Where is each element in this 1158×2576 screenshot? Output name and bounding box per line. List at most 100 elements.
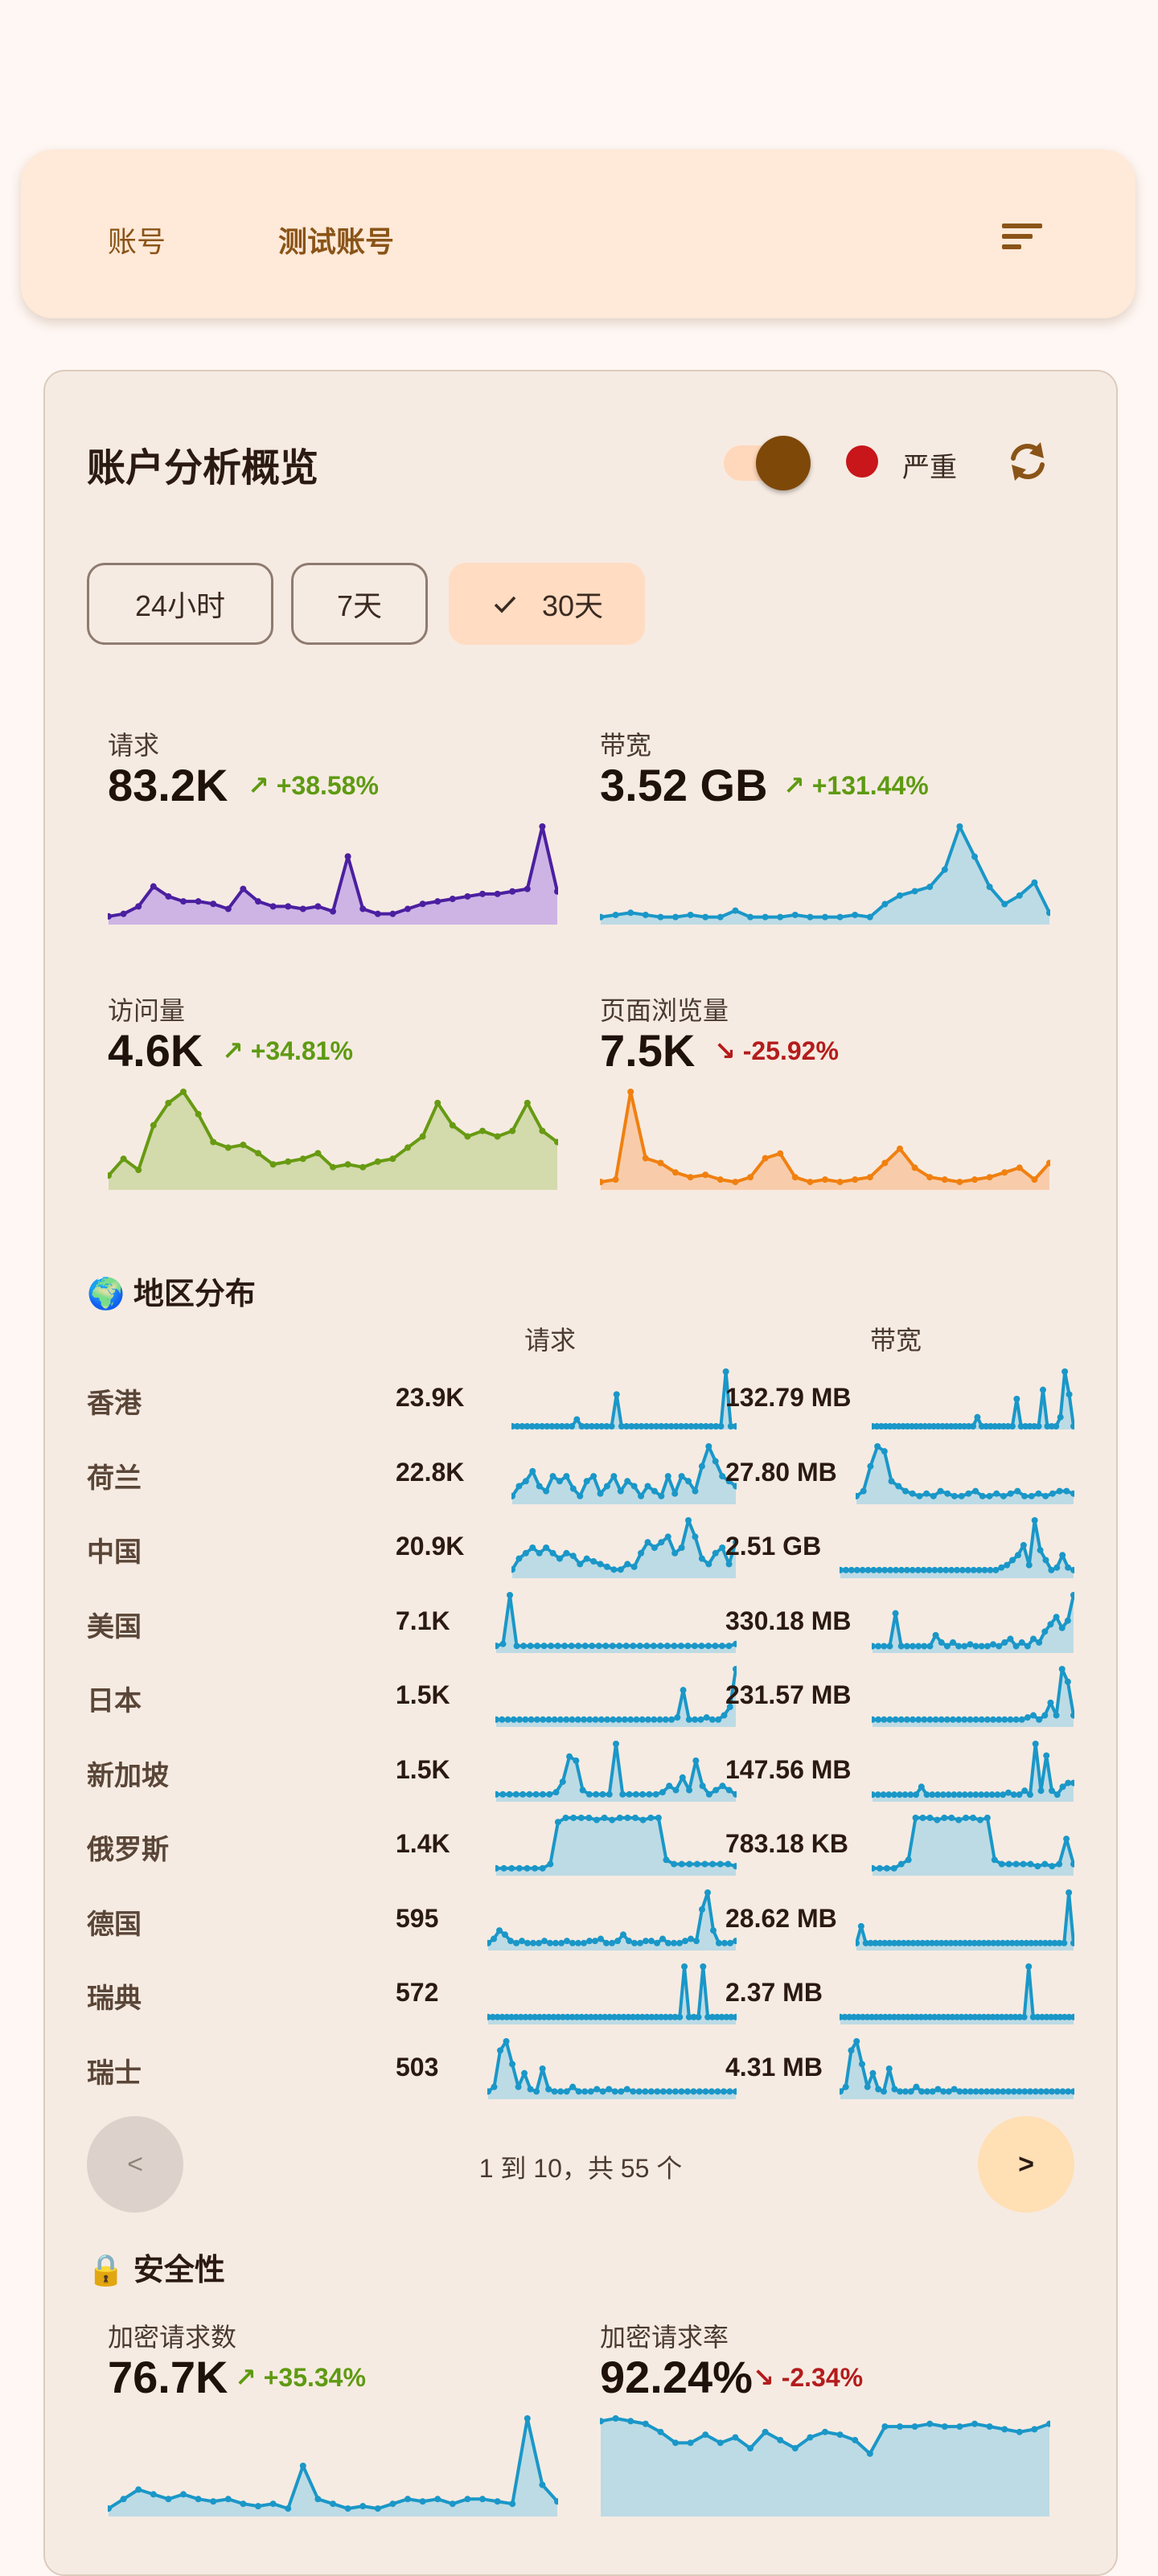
region-row[interactable]: 美国 7.1K 330.18 MB xyxy=(45,1584,1116,1658)
sparkline-point xyxy=(944,1490,951,1497)
sparkline-area xyxy=(512,1446,736,1504)
sparkline-point xyxy=(934,1816,941,1823)
sparkline-point xyxy=(1024,1714,1031,1721)
sparkline-point xyxy=(663,1856,670,1864)
sparkline-point xyxy=(700,1963,707,1970)
sparkline-point xyxy=(1030,1635,1037,1642)
region-row[interactable]: 瑞典 572 2.37 MB xyxy=(45,1955,1116,2029)
breadcrumb-current[interactable]: 测试账号 xyxy=(278,219,394,260)
sparkline-point xyxy=(852,911,859,918)
region-name: 荷兰 xyxy=(87,1462,142,1494)
sparkline-point xyxy=(546,1790,553,1798)
sparkline-point xyxy=(712,1786,720,1794)
sparkline-point xyxy=(986,884,993,891)
sparkline-point xyxy=(853,1566,860,1573)
sparkline-point xyxy=(539,1864,546,1872)
sparkline-point xyxy=(926,1566,933,1573)
check-icon xyxy=(494,596,516,613)
sparkline-point xyxy=(195,898,202,905)
region-requests: 1.5K xyxy=(396,1754,450,1784)
sparkline-point xyxy=(344,1161,351,1168)
sparkline-point xyxy=(893,1566,900,1573)
sparkline-point xyxy=(581,2087,589,2094)
sparkline-point xyxy=(528,1716,535,1723)
sparkline-point xyxy=(590,1558,597,1565)
sparkline-point xyxy=(658,1492,665,1499)
sparkline-point xyxy=(692,1757,700,1764)
sparkline-line xyxy=(840,2039,1074,2093)
sparkline-point xyxy=(958,1492,965,1499)
sparkline-point xyxy=(666,1782,673,1789)
sparkline-point xyxy=(954,1566,960,1573)
sparkline-point xyxy=(612,1176,619,1183)
sparkline-point xyxy=(651,1544,658,1551)
region-row[interactable]: 荷兰 22.8K 27.80 MB xyxy=(45,1435,1116,1509)
sparkline-point xyxy=(549,1549,556,1557)
breadcrumb-account[interactable]: 账号 xyxy=(108,219,166,260)
sparkline-point xyxy=(897,892,903,899)
stat-pageviews: 页面浏览量 7.5K ↘ -25.92% xyxy=(600,991,1066,1248)
sparkline-point xyxy=(561,1642,569,1649)
sparkline-point xyxy=(866,2450,873,2457)
sparkline-point xyxy=(903,1716,910,1723)
region-row[interactable]: 日本 1.5K 231.57 MB xyxy=(45,1658,1116,1732)
sparkline-point xyxy=(314,1150,322,1157)
security-title-text: 安全性 xyxy=(133,2254,225,2287)
region-bandwidth: 783.18 KB xyxy=(725,1829,848,1858)
range-24h-button[interactable]: 24小时 xyxy=(87,563,273,645)
region-row[interactable]: 俄罗斯 1.4K 783.18 KB xyxy=(45,1807,1116,1881)
sparkline-point xyxy=(852,2436,859,2443)
sparkline-point xyxy=(717,1423,725,1430)
sparkline-point xyxy=(389,2500,396,2508)
region-name: 中国 xyxy=(87,1537,142,1568)
stat-visits: 访问量 4.6K ↗ +34.81% xyxy=(108,991,574,1248)
region-bandwidth-sparkline xyxy=(840,2037,1074,2099)
sparkline-point xyxy=(1030,1712,1037,1719)
sparkline-point xyxy=(1059,1552,1066,1559)
refresh-icon[interactable] xyxy=(1004,437,1052,486)
sparkline-point xyxy=(887,1566,894,1573)
sparkline-point xyxy=(1053,1423,1060,1430)
sparkline-point xyxy=(497,2046,504,2053)
sparkline-point xyxy=(684,2087,691,2094)
stat-requests: 请求 83.2K ↗ +38.58% xyxy=(108,725,574,982)
sparkline-point xyxy=(593,1790,600,1798)
sparkline-point xyxy=(993,1490,1000,1497)
overview-toggle[interactable] xyxy=(724,436,812,492)
sparkline-point xyxy=(895,1482,902,1489)
sparkline-point xyxy=(1064,1617,1071,1624)
sparkline-point xyxy=(624,1815,631,1821)
sparkline-point xyxy=(516,1716,524,1723)
stat-encrypted-rate: 加密请求率 92.24% ↘ -2.34% xyxy=(600,2317,1066,2574)
pageviews-sparkline xyxy=(600,1089,1050,1190)
sparkline-point xyxy=(539,1127,546,1134)
range-7d-button[interactable]: 7天 xyxy=(291,563,428,645)
sparkline-point xyxy=(513,1642,520,1649)
sparkline-point xyxy=(285,903,292,910)
sparkline-point xyxy=(479,890,486,897)
sparkline-point xyxy=(529,1544,536,1551)
sparkline-point xyxy=(719,1544,726,1551)
region-requests-sparkline xyxy=(495,1815,737,1876)
region-row[interactable]: 新加坡 1.5K 147.56 MB xyxy=(45,1733,1116,1807)
region-row[interactable]: 德国 595 28.62 MB xyxy=(45,1881,1116,1955)
region-row[interactable]: 中国 20.9K 2.51 GB xyxy=(45,1509,1116,1583)
sparkline-point xyxy=(857,1922,864,1930)
sparkline-point xyxy=(592,1937,598,1944)
sparkline-point xyxy=(636,1642,643,1649)
pagination-next-button[interactable]: > xyxy=(978,2116,1074,2213)
region-row[interactable]: 香港 23.9K 132.79 MB xyxy=(45,1360,1116,1434)
sparkline-point xyxy=(875,1642,882,1649)
sparkline-point xyxy=(926,1642,934,1649)
sort-menu-icon[interactable] xyxy=(1000,220,1045,252)
region-bandwidth-sparkline xyxy=(840,1517,1074,1578)
sparkline-point xyxy=(330,1163,336,1171)
sparkline-point xyxy=(822,1176,828,1183)
sparkline-point xyxy=(971,1176,978,1183)
region-row[interactable]: 瑞士 503 4.31 MB xyxy=(45,2030,1116,2104)
range-30d-button[interactable]: 30天 xyxy=(449,563,645,645)
sparkline-point xyxy=(374,2505,381,2512)
sparkline-point xyxy=(568,1642,575,1649)
sparkline-point xyxy=(515,1482,523,1489)
sparkline-point xyxy=(539,1790,546,1798)
